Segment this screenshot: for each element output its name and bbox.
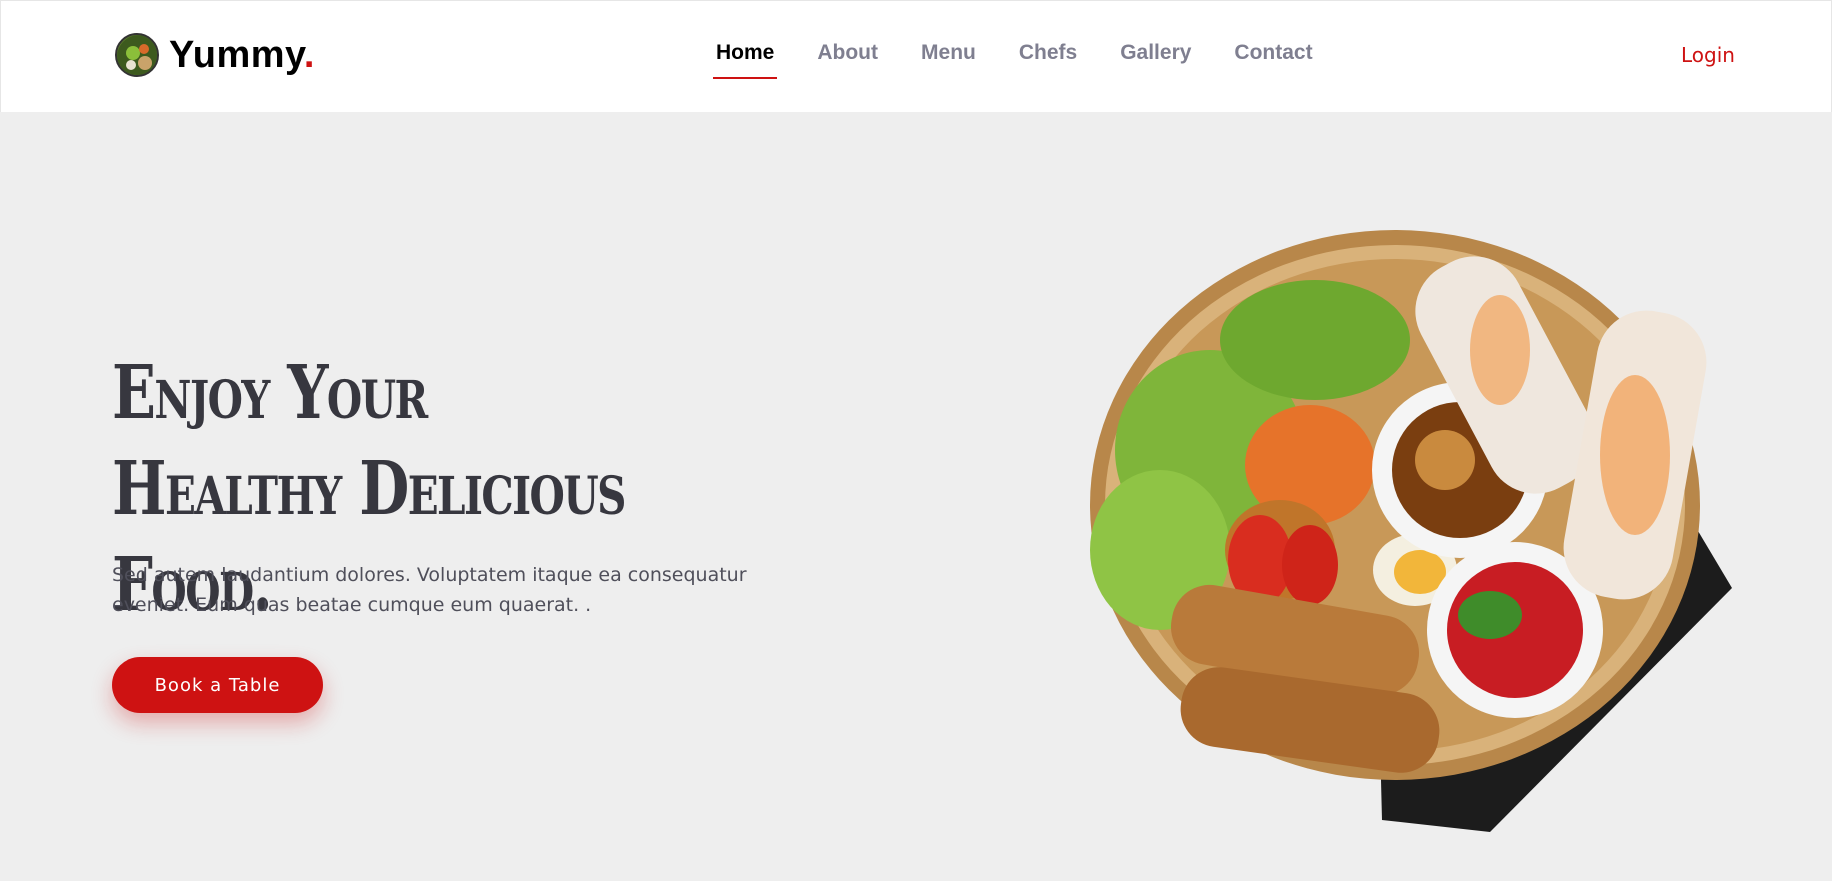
nav-home[interactable]: Home — [712, 41, 778, 79]
site-header: Yummy. Home About Menu Chefs Gallery Con… — [0, 0, 1832, 112]
login-link[interactable]: Login — [1681, 43, 1735, 67]
hero-food-image — [1060, 220, 1760, 840]
nav-about[interactable]: About — [817, 41, 878, 79]
logo[interactable]: Yummy. — [115, 33, 315, 77]
logo-text: Yummy. — [169, 33, 315, 76]
book-table-button[interactable]: Book a Table — [112, 657, 323, 713]
logo-image — [115, 33, 159, 77]
main-nav: Home About Menu Chefs Gallery Contact — [712, 41, 1356, 79]
hero-description: Sed autem laudantium dolores. Voluptatem… — [112, 564, 747, 616]
nav-chefs[interactable]: Chefs — [1019, 41, 1077, 79]
nav-contact[interactable]: Contact — [1234, 41, 1312, 79]
nav-gallery[interactable]: Gallery — [1120, 41, 1191, 79]
nav-menu[interactable]: Menu — [921, 41, 976, 79]
